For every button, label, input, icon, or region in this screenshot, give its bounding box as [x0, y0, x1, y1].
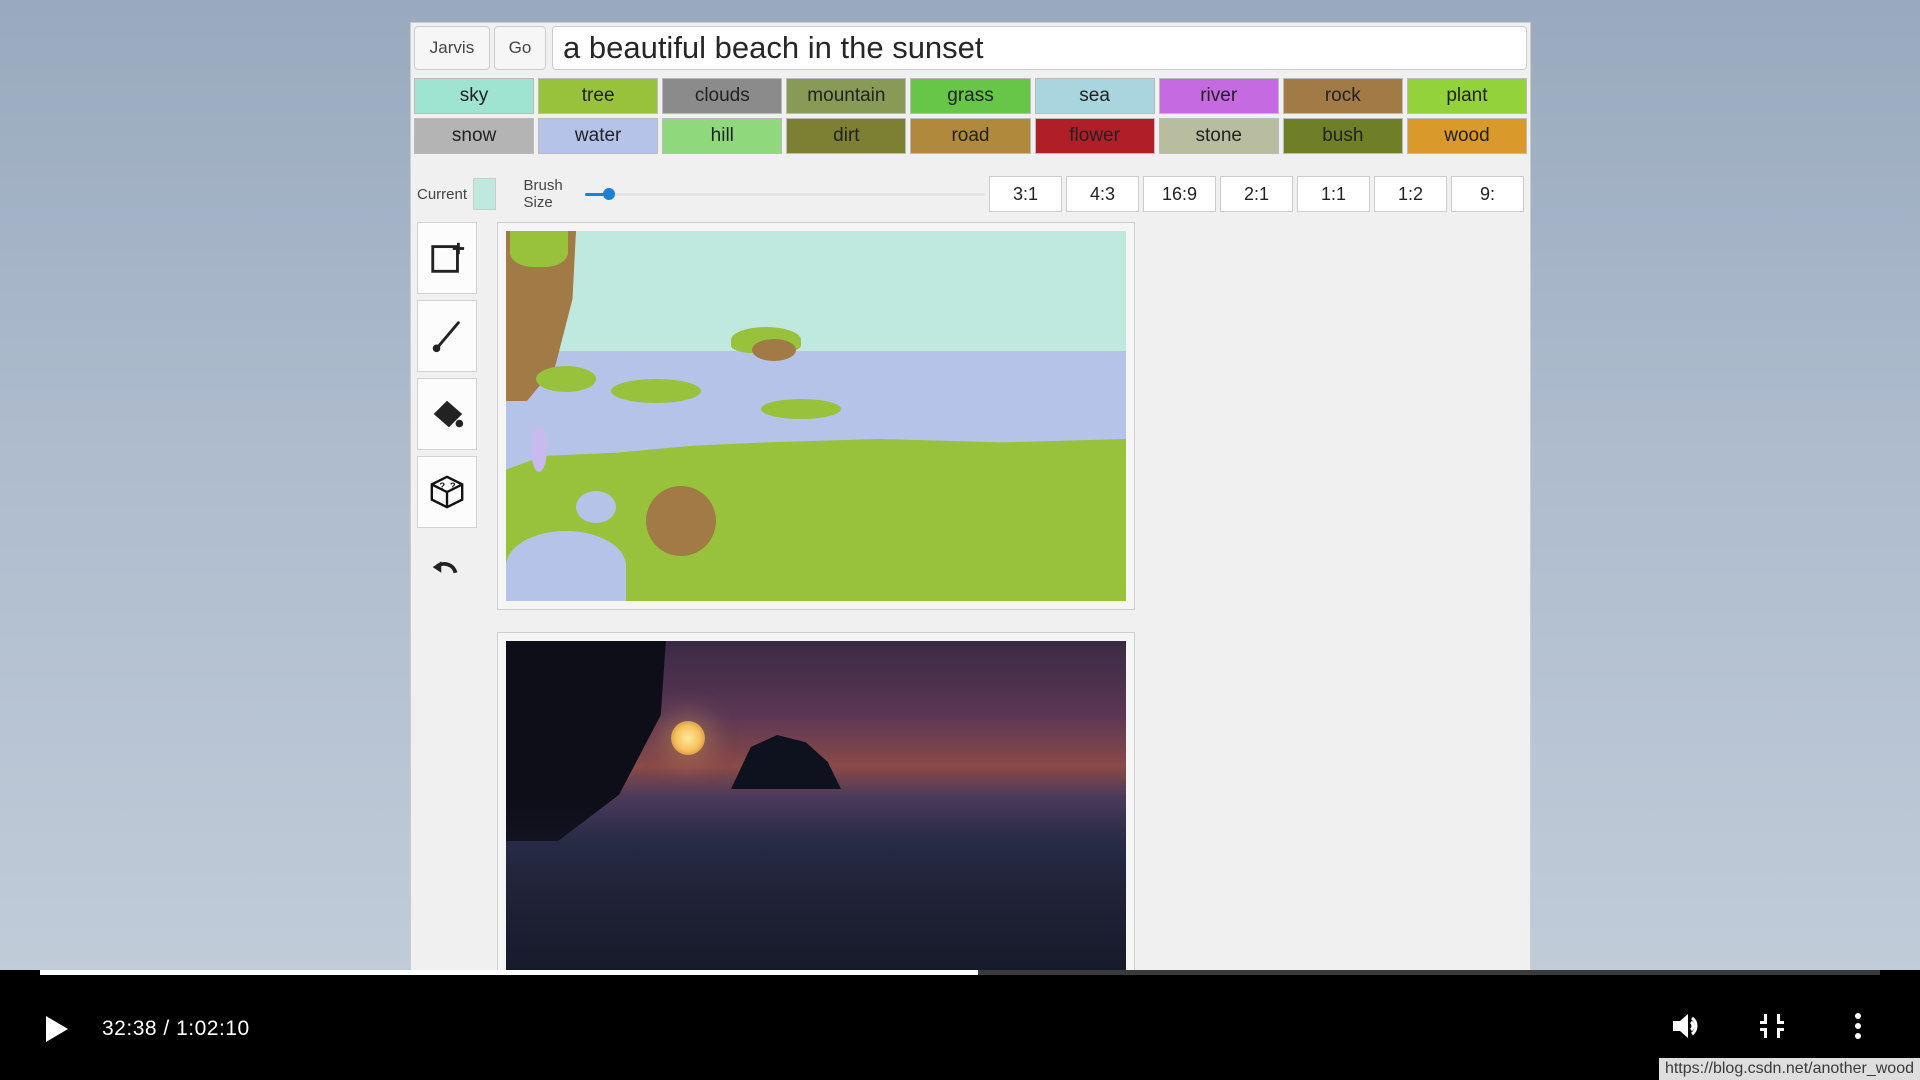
svg-text:?: ? — [439, 481, 445, 492]
canvas-column — [497, 222, 1135, 1042]
progress-fill — [40, 970, 978, 975]
category-flower[interactable]: flower — [1035, 118, 1155, 154]
sunset-sun — [671, 721, 705, 755]
progress-track[interactable] — [40, 970, 1880, 975]
category-clouds[interactable]: clouds — [662, 78, 782, 114]
volume-icon — [1670, 1010, 1702, 1042]
more-options-button[interactable] — [1842, 1010, 1874, 1042]
category-wood[interactable]: wood — [1407, 118, 1527, 154]
random-tool[interactable]: ?? — [417, 456, 477, 528]
segmentation-canvas[interactable] — [506, 231, 1126, 601]
video-player-bar: 32:38 / 1:02:10 — [0, 970, 1920, 1080]
workspace: ?? — [417, 222, 1524, 1042]
category-snow[interactable]: snow — [414, 118, 534, 154]
category-plant[interactable]: plant — [1407, 78, 1527, 114]
category-grass[interactable]: grass — [910, 78, 1030, 114]
category-hill[interactable]: hill — [662, 118, 782, 154]
bucket-icon — [428, 395, 466, 433]
exit-fullscreen-icon — [1756, 1010, 1788, 1042]
brush-size-label: Brush Size — [524, 177, 574, 211]
exit-fullscreen-button[interactable] — [1756, 1010, 1788, 1042]
jarvis-button[interactable]: Jarvis — [414, 26, 490, 70]
fill-tool[interactable] — [417, 378, 477, 450]
brush-icon — [428, 317, 466, 355]
category-tree[interactable]: tree — [538, 78, 658, 114]
volume-button[interactable] — [1670, 1010, 1702, 1042]
output-canvas — [506, 641, 1126, 1011]
category-river[interactable]: river — [1159, 78, 1279, 114]
output-frame — [497, 632, 1135, 1020]
hover-url-tooltip: https://blog.csdn.net/another_wood — [1659, 1058, 1920, 1080]
top-controls: Jarvis Go a beautiful beach in the sunse… — [414, 26, 1527, 70]
ratio-4-3[interactable]: 4:3 — [1066, 176, 1139, 212]
new-canvas-tool[interactable] — [417, 222, 477, 294]
ratio-1-2[interactable]: 1:2 — [1374, 176, 1447, 212]
ratio-16-9[interactable]: 16:9 — [1143, 176, 1216, 212]
category-road[interactable]: road — [910, 118, 1030, 154]
new-canvas-icon — [428, 239, 466, 277]
category-water[interactable]: water — [538, 118, 658, 154]
go-button[interactable]: Go — [494, 26, 546, 70]
dice-icon: ?? — [428, 473, 466, 511]
app-window: Jarvis Go a beautiful beach in the sunse… — [410, 22, 1531, 1053]
ratio-2-1[interactable]: 2:1 — [1220, 176, 1293, 212]
time-display: 32:38 / 1:02:10 — [102, 1017, 250, 1041]
brush-size-slider[interactable] — [585, 187, 985, 201]
brush-tool[interactable] — [417, 300, 477, 372]
sea-stack-silhouette — [731, 729, 841, 789]
aspect-ratio-group: 3:14:316:92:11:11:29: — [985, 176, 1524, 212]
svg-text:?: ? — [450, 481, 456, 492]
category-sky[interactable]: sky — [414, 78, 534, 114]
category-sea[interactable]: sea — [1035, 78, 1155, 114]
kebab-icon — [1842, 1010, 1874, 1042]
current-label: Current — [417, 186, 467, 203]
category-bush[interactable]: bush — [1283, 118, 1403, 154]
undo-tool[interactable] — [417, 534, 475, 604]
brush-row: Current Brush Size 3:14:316:92:11:11:29: — [417, 176, 1524, 212]
ratio-9-[interactable]: 9: — [1451, 176, 1524, 212]
undo-icon — [427, 550, 465, 588]
category-rock[interactable]: rock — [1283, 78, 1403, 114]
play-button[interactable] — [46, 1016, 68, 1042]
category-mountain[interactable]: mountain — [786, 78, 906, 114]
ratio-1-1[interactable]: 1:1 — [1297, 176, 1370, 212]
category-dirt[interactable]: dirt — [786, 118, 906, 154]
category-stone[interactable]: stone — [1159, 118, 1279, 154]
tool-column: ?? — [417, 222, 477, 1042]
category-row-1: skytreecloudsmountaingrassseariverrockpl… — [414, 78, 1527, 114]
category-row-2: snowwaterhilldirtroadflowerstonebushwood — [414, 118, 1527, 154]
prompt-input[interactable]: a beautiful beach in the sunset — [552, 26, 1527, 70]
segmentation-frame — [497, 222, 1135, 610]
ratio-3-1[interactable]: 3:1 — [989, 176, 1062, 212]
current-color-swatch[interactable] — [473, 178, 495, 210]
